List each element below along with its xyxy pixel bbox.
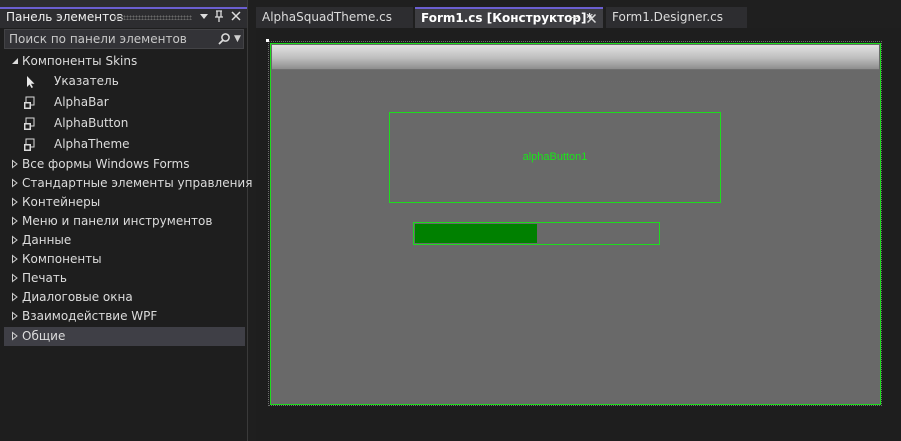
search-options-chevron-icon[interactable]: ▼ (234, 30, 241, 48)
tab-label: AlphaSquadTheme.cs (262, 10, 392, 24)
tab-alphasquadtheme[interactable]: AlphaSquadTheme.cs (256, 7, 413, 28)
toolbox-section-common-controls[interactable]: Стандартные элементы управления (0, 174, 252, 193)
collapsed-arrow-icon (12, 254, 18, 264)
pointer-icon (27, 76, 35, 88)
toolbox-header[interactable]: Панель элементов (0, 0, 247, 28)
section-label: Компоненты Skins (22, 54, 138, 68)
toolbox-item-alphatheme[interactable]: AlphaTheme (0, 135, 245, 154)
tab-form1-designer-active[interactable]: Form1.cs [Конструктор]* ⊸ (415, 7, 603, 28)
designer-surface[interactable]: alphaButton1 (256, 28, 901, 441)
toolbox-section-menus-toolbars[interactable]: Меню и панели инструментов (0, 212, 245, 231)
collapsed-arrow-icon (12, 331, 18, 341)
toolbox-item-alphabar[interactable]: AlphaBar (0, 93, 245, 112)
section-label: Взаимодействие WPF (22, 309, 158, 323)
tab-form1-designer-cs[interactable]: Form1.Designer.cs (606, 7, 747, 28)
drag-grip[interactable] (114, 15, 192, 20)
toolbox-section-containers[interactable]: Контейнеры (0, 193, 245, 212)
toolbox-section-dialogs[interactable]: Диалоговые окна (0, 288, 245, 307)
search-icon[interactable] (217, 32, 231, 46)
toolbox-search[interactable]: ▼ (4, 29, 244, 49)
tab-label: Form1.cs [Конструктор]* (421, 11, 593, 25)
item-label: AlphaBar (54, 95, 109, 109)
toolbox-section-all-windows-forms[interactable]: Все формы Windows Forms (0, 155, 245, 174)
toolbox-section-data[interactable]: Данные (0, 231, 245, 250)
collapsed-arrow-icon (12, 292, 18, 302)
toolbox-section-components[interactable]: Компоненты (0, 250, 245, 269)
pin-icon[interactable]: ⊸ (569, 11, 578, 24)
close-icon[interactable] (229, 9, 243, 23)
alpha-button-control[interactable]: alphaButton1 (389, 112, 721, 203)
toolbox-section-general[interactable]: Общие (4, 327, 245, 346)
pin-icon[interactable] (212, 9, 226, 23)
item-label: Указатель (54, 74, 119, 88)
collapsed-arrow-icon (12, 216, 18, 226)
toolbox-panel: Панель элементов ▼ Компоненты Skins Указ… (0, 0, 252, 441)
collapsed-arrow-icon (12, 311, 18, 321)
section-label: Диалоговые окна (22, 290, 133, 304)
item-label: AlphaTheme (54, 137, 130, 151)
collapsed-arrow-icon (12, 159, 18, 169)
section-label: Печать (22, 271, 67, 285)
toolbox-item-pointer[interactable]: Указатель (0, 72, 245, 91)
close-icon[interactable] (586, 10, 597, 27)
collapsed-arrow-icon (12, 178, 18, 188)
section-label: Меню и панели инструментов (22, 214, 213, 228)
alpha-button-text: alphaButton1 (522, 151, 588, 163)
form-titlebar[interactable] (272, 45, 879, 70)
expanded-arrow-icon (12, 58, 18, 64)
dropdown-triangle-icon (200, 14, 208, 19)
collapsed-arrow-icon (12, 235, 18, 245)
collapsed-arrow-icon (12, 197, 18, 207)
component-icon (24, 96, 35, 109)
collapsed-arrow-icon (12, 273, 18, 283)
toolbox-item-alphabutton[interactable]: AlphaButton (0, 114, 245, 133)
toolbox-title: Панель элементов (6, 10, 124, 24)
toolbox-section-printing[interactable]: Печать (0, 269, 245, 288)
component-icon (24, 138, 35, 151)
search-input[interactable] (9, 30, 209, 48)
alpha-bar-fill (415, 224, 537, 243)
section-label: Стандартные элементы управления (22, 176, 253, 190)
section-label: Данные (22, 233, 72, 247)
item-label: AlphaButton (54, 116, 129, 130)
form1-preview[interactable]: alphaButton1 (270, 43, 881, 405)
resize-handle[interactable] (266, 39, 269, 42)
section-label: Компоненты (22, 252, 102, 266)
toolbox-section-wpf-interop[interactable]: Взаимодействие WPF (0, 307, 245, 326)
section-label: Все формы Windows Forms (22, 157, 190, 171)
section-label: Общие (22, 329, 66, 343)
section-label: Контейнеры (22, 195, 101, 209)
alpha-bar-control[interactable] (413, 222, 660, 245)
component-icon (24, 117, 35, 130)
toolbox-section-skins[interactable]: Компоненты Skins (0, 52, 245, 71)
tab-label: Form1.Designer.cs (612, 10, 723, 24)
window-menu-icon[interactable] (197, 9, 211, 23)
